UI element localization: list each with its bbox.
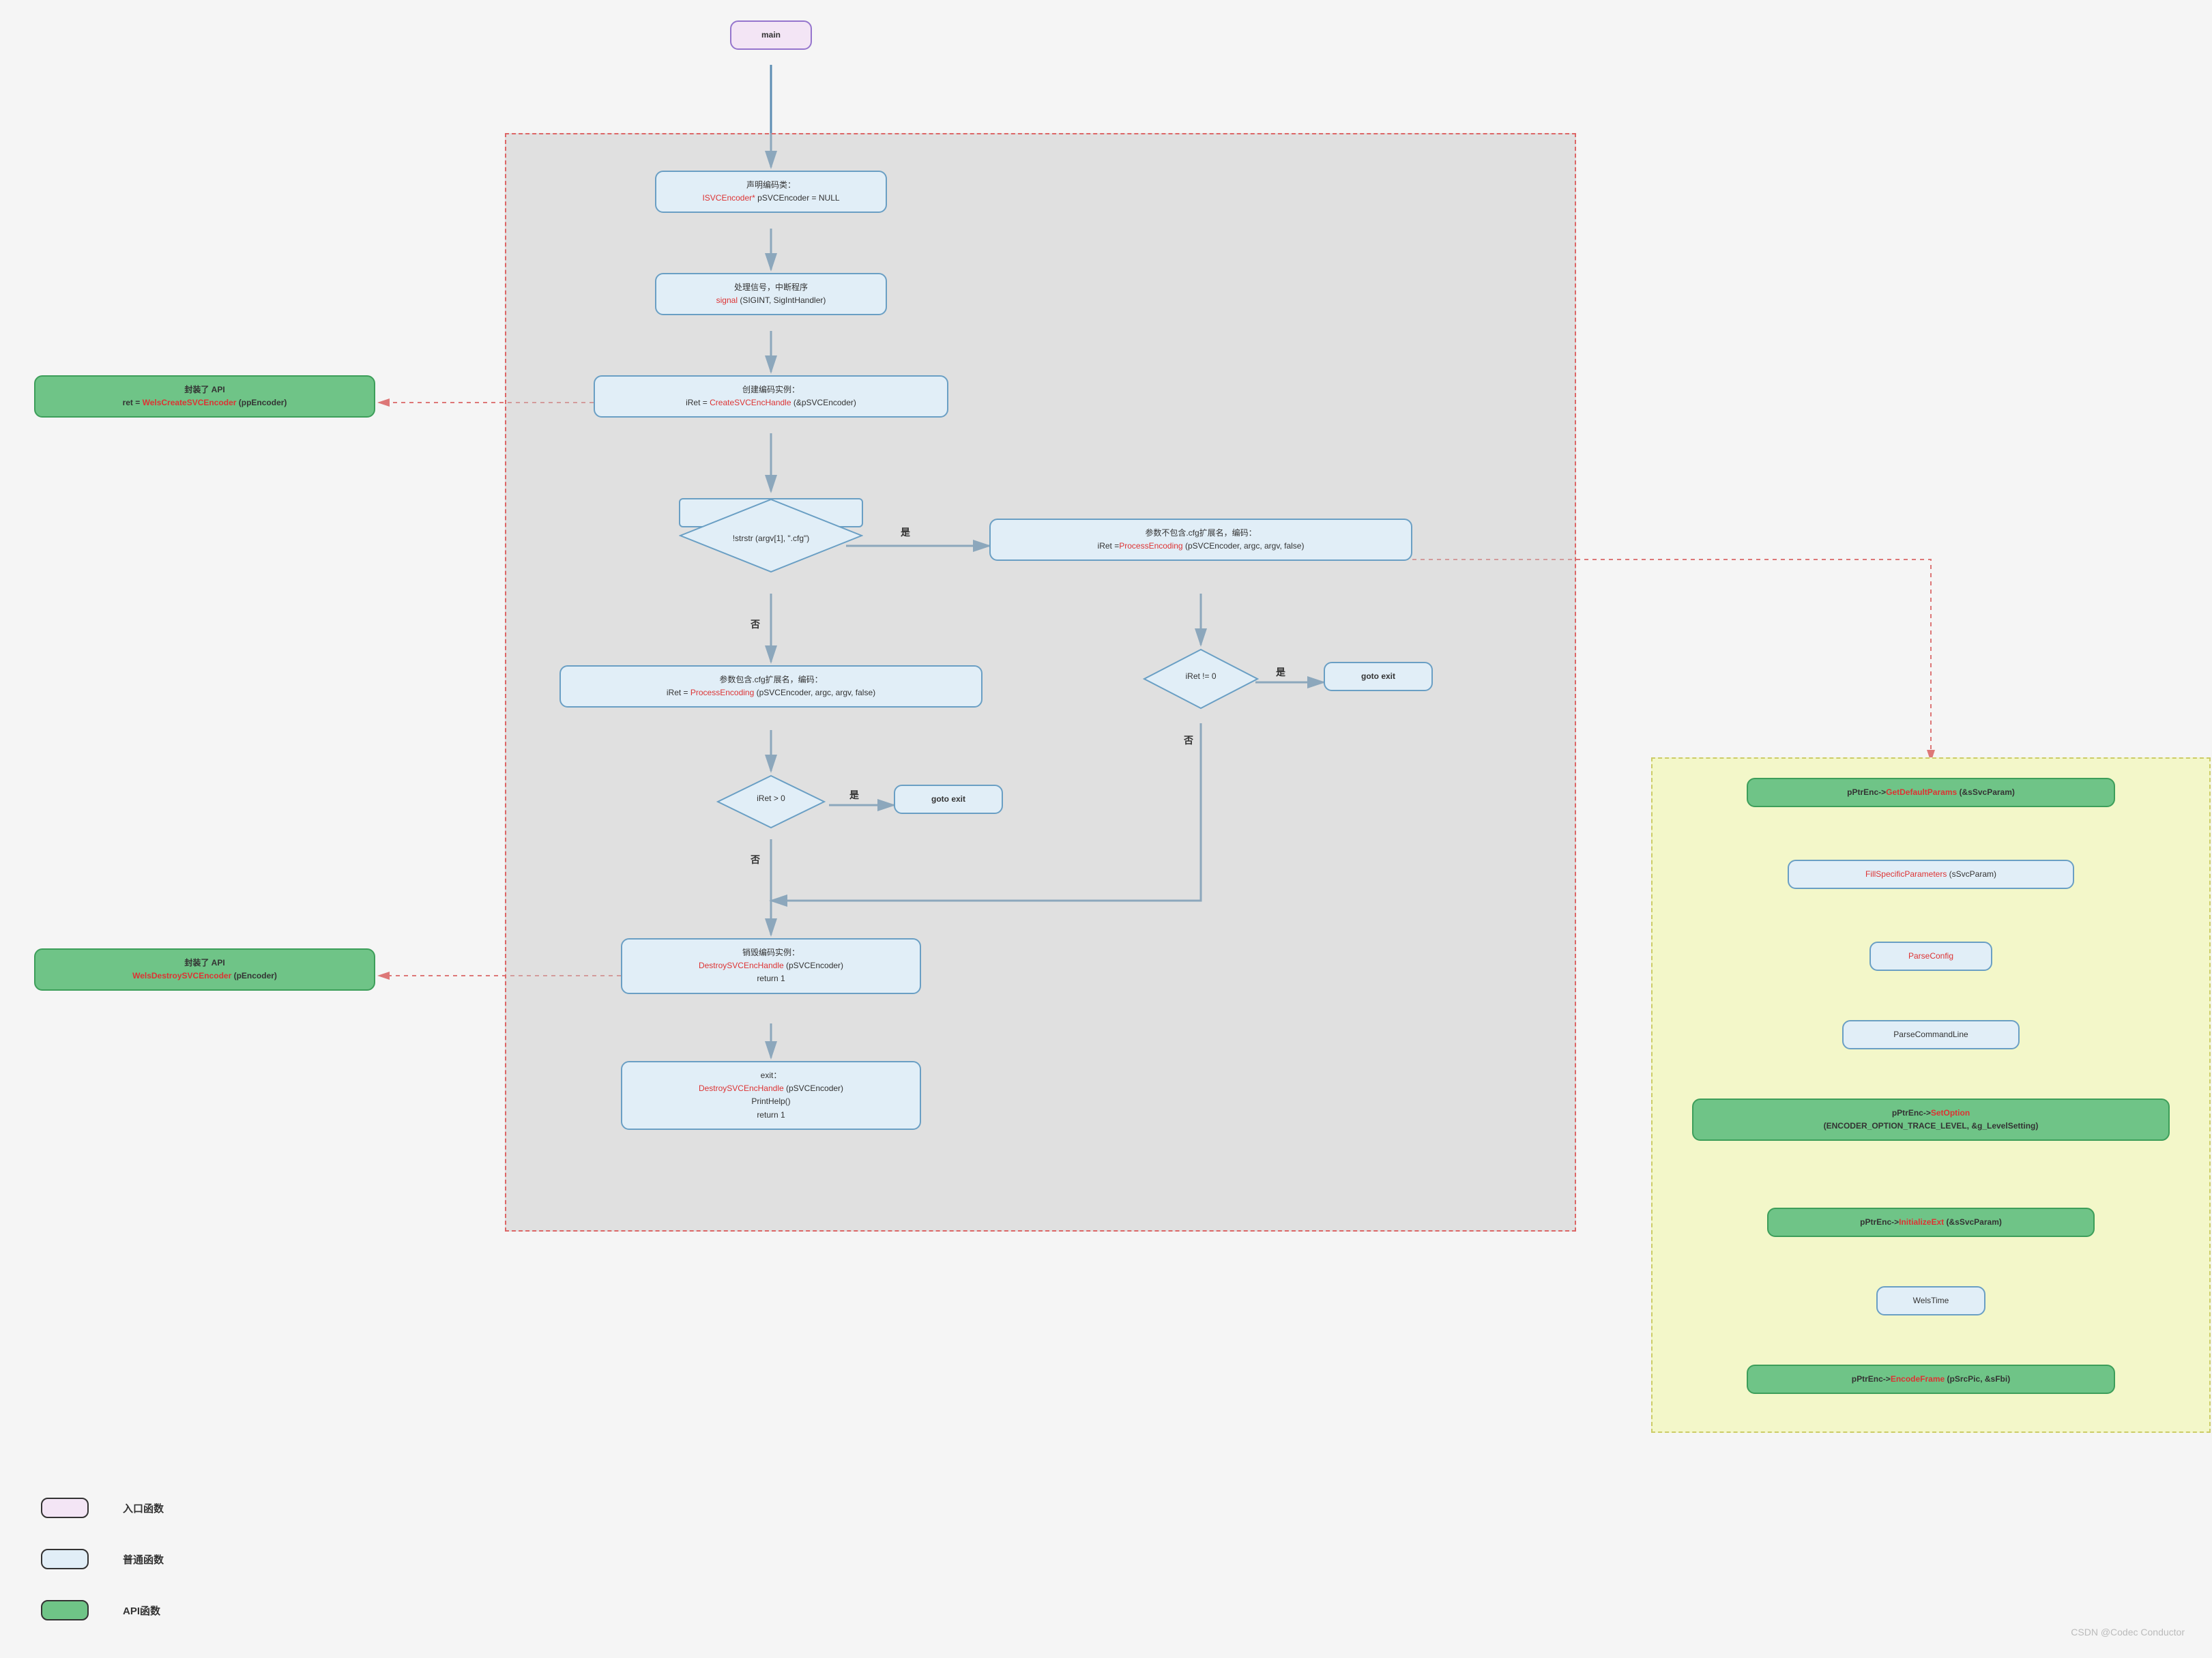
r8-a: pPtrEnc-> [1852,1374,1891,1384]
r7: WelsTime [1913,1296,1949,1305]
n7-line4: return 1 [632,1109,910,1122]
r5-a: pPtrEnc-> [1892,1108,1931,1118]
n6-s: (pSVCEncoder) [784,961,843,970]
r1-p: GetDefaultParams [1886,787,1957,797]
watermark: CSDN @Codec Conductor [2071,1627,2185,1638]
process-encoding-group [1651,757,2211,1433]
d3-yes-label: 是 [849,788,859,802]
left1-s: (ppEncoder) [236,398,287,407]
main-entry-node: main [730,20,812,50]
d2-text: iRet != 0 [1143,671,1259,681]
n6-line1: 销毁编码实例： [632,946,910,959]
d3-text: iRet > 0 [716,794,826,803]
r2-p: FillSpecificParameters [1865,869,1947,879]
encode-frame-node: pPtrEnc->EncodeFrame (pSrcPic, &sFbi) [1747,1365,2115,1394]
n2-line1: 处理信号，中断程序 [666,281,876,294]
legend-entry-label: 入口函数 [123,1501,164,1515]
r8-s: (pSrcPic, &sFbi) [1945,1374,2010,1384]
goto2-text: goto exit [931,794,965,804]
left1-p: WelsCreateSVCEncoder [143,398,237,407]
n3-code-a: iRet = [686,398,710,407]
goto-exit-1: goto exit [1324,662,1433,691]
n7-line1: exit： [632,1069,910,1082]
cfg-check-diamond: !strstr (argv[1], ".cfg") [679,498,863,527]
d3-no-label: 否 [751,853,760,867]
left1-l1: 封装了 API [45,383,364,396]
n5-a: iRet = [667,688,690,697]
create-handle-node: 创建编码实例： iRet = CreateSVCEncHandle (&pSVC… [594,375,948,418]
legend-normal-label: 普通函数 [123,1552,164,1567]
r6-a: pPtrEnc-> [1860,1217,1899,1227]
api-create-encoder-node: 封装了 API ret = WelsCreateSVCEncoder (ppEn… [34,375,375,418]
fill-params-node: FillSpecificParameters (sSvcParam) [1788,860,2074,889]
n7-p: DestroySVCEncHandle [699,1083,784,1093]
r1-s: (&sSvcParam) [1957,787,2015,797]
r5-p: SetOption [1931,1108,1970,1118]
n5-line1: 参数包含.cfg扩展名，编码： [570,673,972,686]
r3: ParseConfig [1908,951,1953,961]
n4-s: (pSVCEncoder, argc, argv, false) [1183,541,1305,551]
left2-p: WelsDestroySVCEncoder [132,971,231,980]
n4-line1: 参数不包含.cfg扩展名，编码： [1000,527,1401,540]
n7-s: (pSVCEncoder) [784,1083,843,1093]
iret-gt-zero-diamond: iRet > 0 [716,774,826,829]
goto-exit-2: goto exit [894,785,1003,814]
legend-entry-swatch [41,1498,89,1518]
n2-code1: signal [716,295,738,305]
n3-code-s: (&pSVCEncoder) [791,398,856,407]
d2-yes-label: 是 [1276,665,1285,679]
main-label: main [761,30,781,40]
encode-with-cfg-node: 参数包含.cfg扩展名，编码： iRet = ProcessEncoding (… [559,665,983,708]
signal-node: 处理信号，中断程序 signal (SIGINT, SigIntHandler) [655,273,887,315]
n5-p: ProcessEncoding [690,688,754,697]
n1-code1: ISVCEncoder* [702,193,755,203]
d1-yes-label: 是 [901,525,910,539]
goto1-text: goto exit [1361,671,1395,681]
n6-p: DestroySVCEncHandle [699,961,784,970]
exit-node: exit： DestroySVCEncHandle (pSVCEncoder) … [621,1061,921,1130]
r6-p: InitializeExt [1899,1217,1944,1227]
n4-a: iRet = [1098,541,1120,551]
n4-p: ProcessEncoding [1119,541,1182,551]
n7-line3: PrintHelp() [632,1095,910,1108]
r5-b: (ENCODER_OPTION_TRACE_LEVEL, &g_LevelSet… [1703,1120,2159,1133]
r2-s: (sSvcParam) [1947,869,1996,879]
set-option-node: pPtrEnc->SetOption (ENCODER_OPTION_TRACE… [1692,1099,2170,1141]
destroy-handle-node: 销毁编码实例： DestroySVCEncHandle (pSVCEncoder… [621,938,921,994]
wels-time-node: WelsTime [1876,1286,1985,1315]
get-default-params-node: pPtrEnc->GetDefaultParams (&sSvcParam) [1747,778,2115,807]
initialize-ext-node: pPtrEnc->InitializeExt (&sSvcParam) [1767,1208,2095,1237]
n1-code2: pSVCEncoder = NULL [755,193,840,203]
legend-api-swatch [41,1600,89,1620]
n6-line3: return 1 [632,972,910,985]
legend-normal-swatch [41,1549,89,1569]
n5-s: (pSVCEncoder, argc, argv, false) [754,688,875,697]
parse-config-node: ParseConfig [1869,942,1992,971]
left1-a: ret = [123,398,143,407]
left2-l1: 封装了 API [45,957,364,970]
d1-text: !strstr (argv[1], ".cfg") [690,532,852,545]
r6-s: (&sSvcParam) [1944,1217,2002,1227]
api-destroy-encoder-node: 封装了 API WelsDestroySVCEncoder (pEncoder) [34,948,375,991]
n1-line1: 声明编码类： [666,179,876,192]
r8-p: EncodeFrame [1891,1374,1945,1384]
declare-encoder-node: 声明编码类： ISVCEncoder* pSVCEncoder = NULL [655,171,887,213]
parse-cmdline-node: ParseCommandLine [1842,1020,2020,1049]
encode-no-cfg-node: 参数不包含.cfg扩展名，编码： iRet =ProcessEncoding (… [989,519,1412,561]
d2-no-label: 否 [1184,733,1193,747]
iret-nonzero-diamond: iRet != 0 [1143,648,1259,710]
n3-line1: 创建编码实例： [605,383,937,396]
r4: ParseCommandLine [1893,1030,1968,1039]
legend-api-label: API函数 [123,1603,160,1618]
d1-no-label: 否 [751,617,760,631]
r1-a: pPtrEnc-> [1847,787,1886,797]
left2-s: (pEncoder) [231,971,277,980]
n3-code-p: CreateSVCEncHandle [710,398,791,407]
n2-code2: (SIGINT, SigIntHandler) [738,295,826,305]
